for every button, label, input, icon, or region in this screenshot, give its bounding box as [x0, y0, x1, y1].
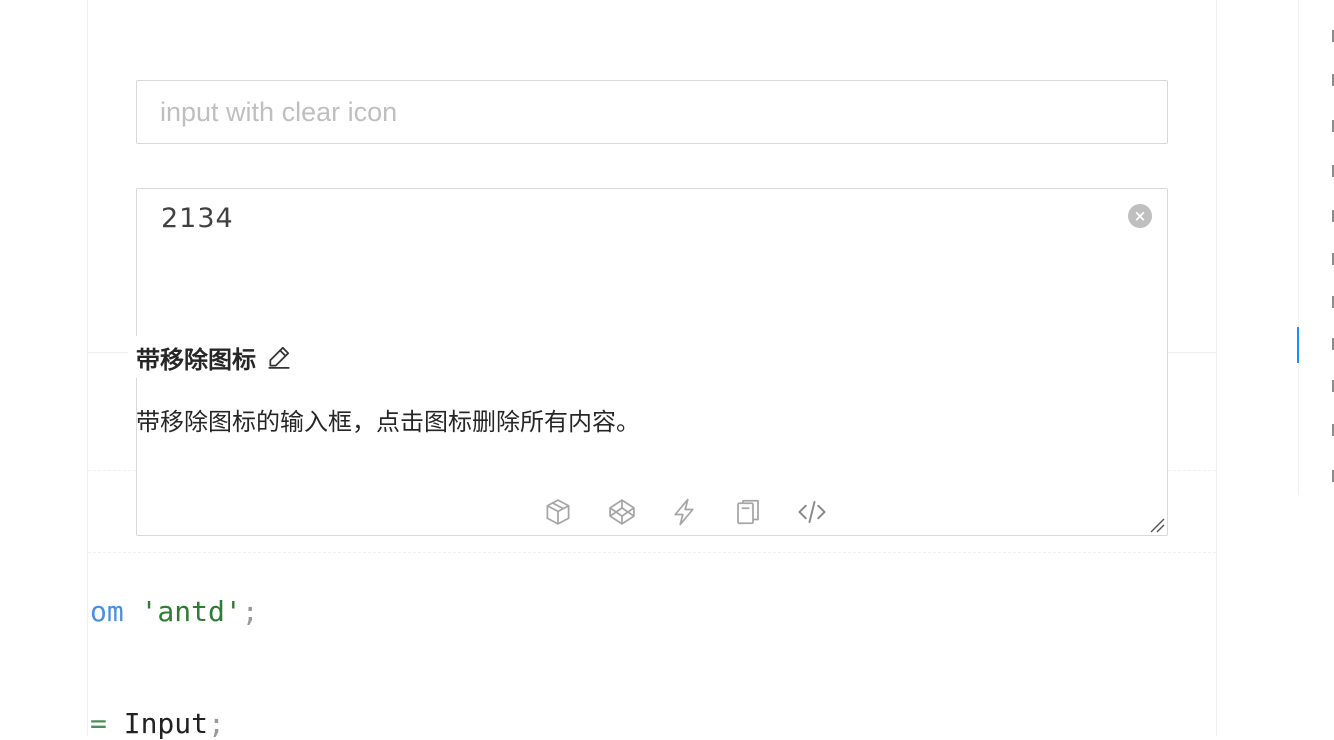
code-line: = Input;	[90, 710, 225, 738]
demo-title-text: 带移除图标	[136, 345, 256, 374]
clear-icon[interactable]: ×	[1128, 204, 1152, 228]
anchor-active-indicator	[1297, 327, 1299, 363]
anchor-rail	[1298, 0, 1299, 495]
code-divider	[88, 552, 1216, 553]
demo-description: 带移除图标的输入框，点击图标删除所有内容。	[136, 408, 640, 436]
stackblitz-icon[interactable]	[666, 494, 702, 530]
code-line: om 'antd';	[90, 598, 259, 626]
code-expand-icon[interactable]	[794, 494, 830, 530]
code-operator: =	[90, 707, 107, 740]
codesandbox-icon[interactable]	[540, 494, 576, 530]
edit-icon[interactable]	[266, 344, 292, 370]
resize-handle-icon[interactable]	[1149, 517, 1165, 533]
code-identifier: Input	[123, 707, 209, 740]
codepen-icon[interactable]	[604, 494, 640, 530]
code-keyword: om	[90, 595, 124, 628]
demo-card-border-right	[1216, 0, 1217, 736]
textarea-value: 2134	[161, 203, 234, 234]
code-punctuation: ;	[208, 707, 225, 740]
demo-title: 带移除图标	[128, 336, 300, 378]
clear-input[interactable]	[136, 80, 1168, 144]
copy-icon[interactable]	[730, 494, 766, 530]
demo-card-border-left	[87, 0, 88, 736]
code-string: 'antd'	[140, 595, 242, 628]
code-punctuation: ;	[241, 595, 259, 628]
